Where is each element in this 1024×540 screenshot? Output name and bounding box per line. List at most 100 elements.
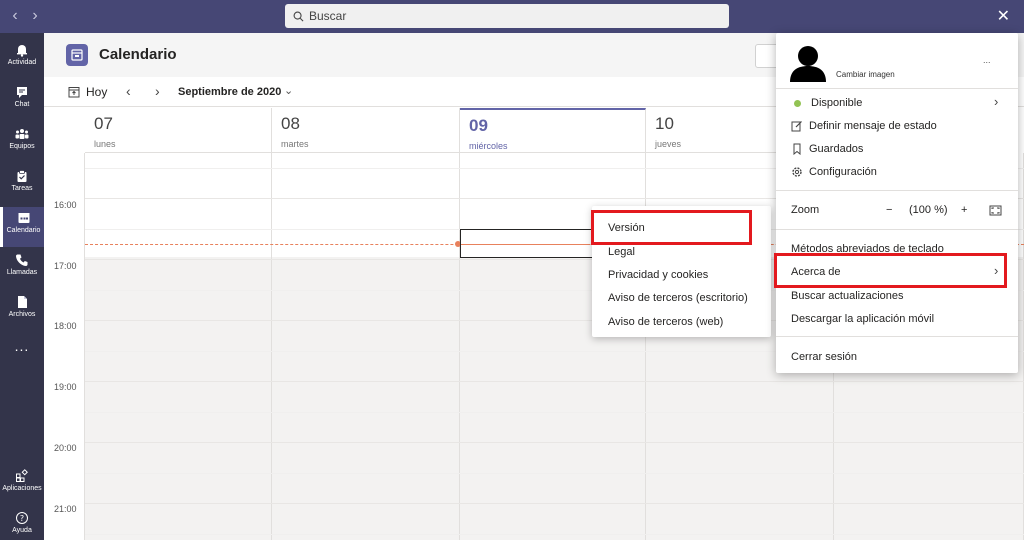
- day-column[interactable]: [272, 153, 460, 540]
- menu-item-third-party-desktop[interactable]: Aviso de terceros (escritorio): [608, 292, 748, 304]
- selected-time-slot[interactable]: [460, 229, 595, 258]
- zoom-out-button[interactable]: −: [886, 204, 892, 216]
- chevron-right-icon: ›: [994, 94, 999, 109]
- status-available[interactable]: Disponible: [791, 97, 862, 109]
- download-mobile-item[interactable]: Descargar la aplicación móvil: [791, 313, 934, 325]
- close-icon[interactable]: ✕: [997, 6, 1010, 26]
- hour-label: 17:00: [54, 261, 77, 271]
- highlight-box-about: [774, 253, 1007, 288]
- phone-icon: [16, 254, 28, 266]
- zoom-in-button[interactable]: +: [961, 204, 967, 216]
- grid-line: [85, 442, 1024, 443]
- previous-week-icon[interactable]: ‹: [126, 83, 131, 99]
- grid-line: [85, 503, 1024, 504]
- today-icon: [68, 87, 80, 98]
- hour-label: 16:00: [54, 200, 77, 210]
- more-options-icon[interactable]: ...: [983, 55, 991, 65]
- next-week-icon[interactable]: ›: [155, 83, 160, 99]
- settings-item[interactable]: Configuración: [791, 166, 877, 178]
- today-button[interactable]: Hoy: [68, 85, 107, 99]
- app-rail: Actividad Chat Equipos Tareas Calendario…: [0, 33, 44, 540]
- chevron-right-icon[interactable]: ›: [26, 7, 44, 25]
- menu-item-privacy[interactable]: Privacidad y cookies: [608, 269, 708, 281]
- day-column[interactable]: [85, 153, 272, 540]
- today-label: Hoy: [86, 85, 108, 99]
- rail-label: Chat: [14, 101, 30, 108]
- rail-item-chat[interactable]: Chat: [0, 81, 44, 121]
- avatar[interactable]: [788, 42, 828, 82]
- rail-item-activity[interactable]: Actividad: [0, 39, 44, 79]
- day-number: 09: [469, 116, 488, 135]
- search-placeholder: Buscar: [309, 9, 347, 23]
- rail-label: Ayuda: [12, 527, 32, 534]
- teams-icon: [15, 129, 29, 139]
- grid-line: [85, 412, 1024, 413]
- menu-item-third-party-web[interactable]: Aviso de terceros (web): [608, 316, 723, 328]
- file-icon: [18, 296, 27, 308]
- check-updates-item[interactable]: Buscar actualizaciones: [791, 290, 904, 302]
- sign-out-item[interactable]: Cerrar sesión: [791, 351, 857, 363]
- rail-item-help[interactable]: ? Ayuda: [0, 507, 44, 540]
- rail-item-apps[interactable]: Aplicaciones: [0, 465, 44, 505]
- rail-label: Archivos: [8, 311, 36, 318]
- rail-label: Equipos: [9, 143, 35, 150]
- rail-item-files[interactable]: Archivos: [0, 291, 44, 331]
- title-bar: ‹ › Buscar ✕: [0, 0, 1024, 33]
- day-name: jueves: [655, 139, 682, 149]
- rail-label: Tareas: [11, 185, 33, 192]
- edit-icon: [791, 121, 802, 132]
- divider: [776, 336, 1018, 337]
- day-name: miércoles: [469, 141, 508, 151]
- divider: [776, 229, 1018, 230]
- zoom-label: Zoom: [791, 204, 820, 216]
- day-number: 07: [94, 114, 113, 133]
- grid-line: [85, 381, 1024, 382]
- rail-item-calls[interactable]: Llamadas: [0, 249, 44, 289]
- chevron-left-icon[interactable]: ‹: [6, 7, 24, 25]
- day-number: 10: [655, 114, 674, 133]
- divider: [776, 88, 1018, 89]
- rail-item-teams[interactable]: Equipos: [0, 123, 44, 163]
- hour-label: 20:00: [54, 443, 77, 453]
- bell-icon: [17, 45, 27, 57]
- change-image-link[interactable]: Cambiar imagen: [836, 70, 895, 79]
- menu-item-legal[interactable]: Legal: [608, 246, 635, 258]
- grid-line: [85, 534, 1024, 535]
- day-name: lunes: [94, 139, 116, 149]
- hour-label: 19:00: [54, 382, 77, 392]
- rail-label: Actividad: [7, 59, 37, 66]
- month-selector[interactable]: Septiembre de 2020: [178, 86, 281, 98]
- rail-label: Llamadas: [6, 269, 38, 276]
- zoom-value: (100 %): [909, 204, 948, 216]
- set-status-label: Definir mensaje de estado: [809, 120, 937, 132]
- search-icon: [293, 11, 304, 21]
- bookmark-icon: [793, 143, 801, 155]
- day-header: 07 lunes: [85, 108, 272, 153]
- day-header: 08 martes: [272, 108, 460, 153]
- gear-icon: [792, 167, 802, 177]
- time-gutter: 16:00 17:00 18:00 19:00 20:00 21:00: [44, 153, 85, 540]
- set-status-message[interactable]: Definir mensaje de estado: [791, 120, 937, 132]
- help-icon: ?: [16, 512, 28, 524]
- chevron-down-icon[interactable]: ⌄: [284, 84, 293, 97]
- profile-menu: Cambiar imagen ... Disponible › Definir …: [776, 33, 1018, 373]
- search-input[interactable]: Buscar: [285, 4, 729, 28]
- hour-label: 21:00: [54, 504, 77, 514]
- grid-line: [85, 473, 1024, 474]
- saved-label: Guardados: [809, 143, 864, 155]
- fullscreen-icon[interactable]: [989, 205, 1002, 216]
- svg-text:?: ?: [20, 514, 24, 523]
- more-apps-icon[interactable]: ...: [0, 338, 44, 354]
- user-silhouette-icon: [790, 46, 826, 82]
- status-dot-icon: [794, 99, 801, 107]
- page-title: Calendario: [99, 46, 177, 63]
- highlight-box-version: [591, 210, 752, 245]
- rail-item-tasks[interactable]: Tareas: [0, 165, 44, 205]
- saved-item[interactable]: Guardados: [791, 143, 863, 155]
- rail-label: Calendario: [6, 227, 41, 234]
- status-label: Disponible: [811, 97, 863, 109]
- tasks-icon: [17, 170, 27, 182]
- calendar-app-icon: [66, 44, 88, 66]
- apps-icon: [16, 469, 28, 482]
- rail-item-calendar[interactable]: Calendario: [0, 207, 44, 247]
